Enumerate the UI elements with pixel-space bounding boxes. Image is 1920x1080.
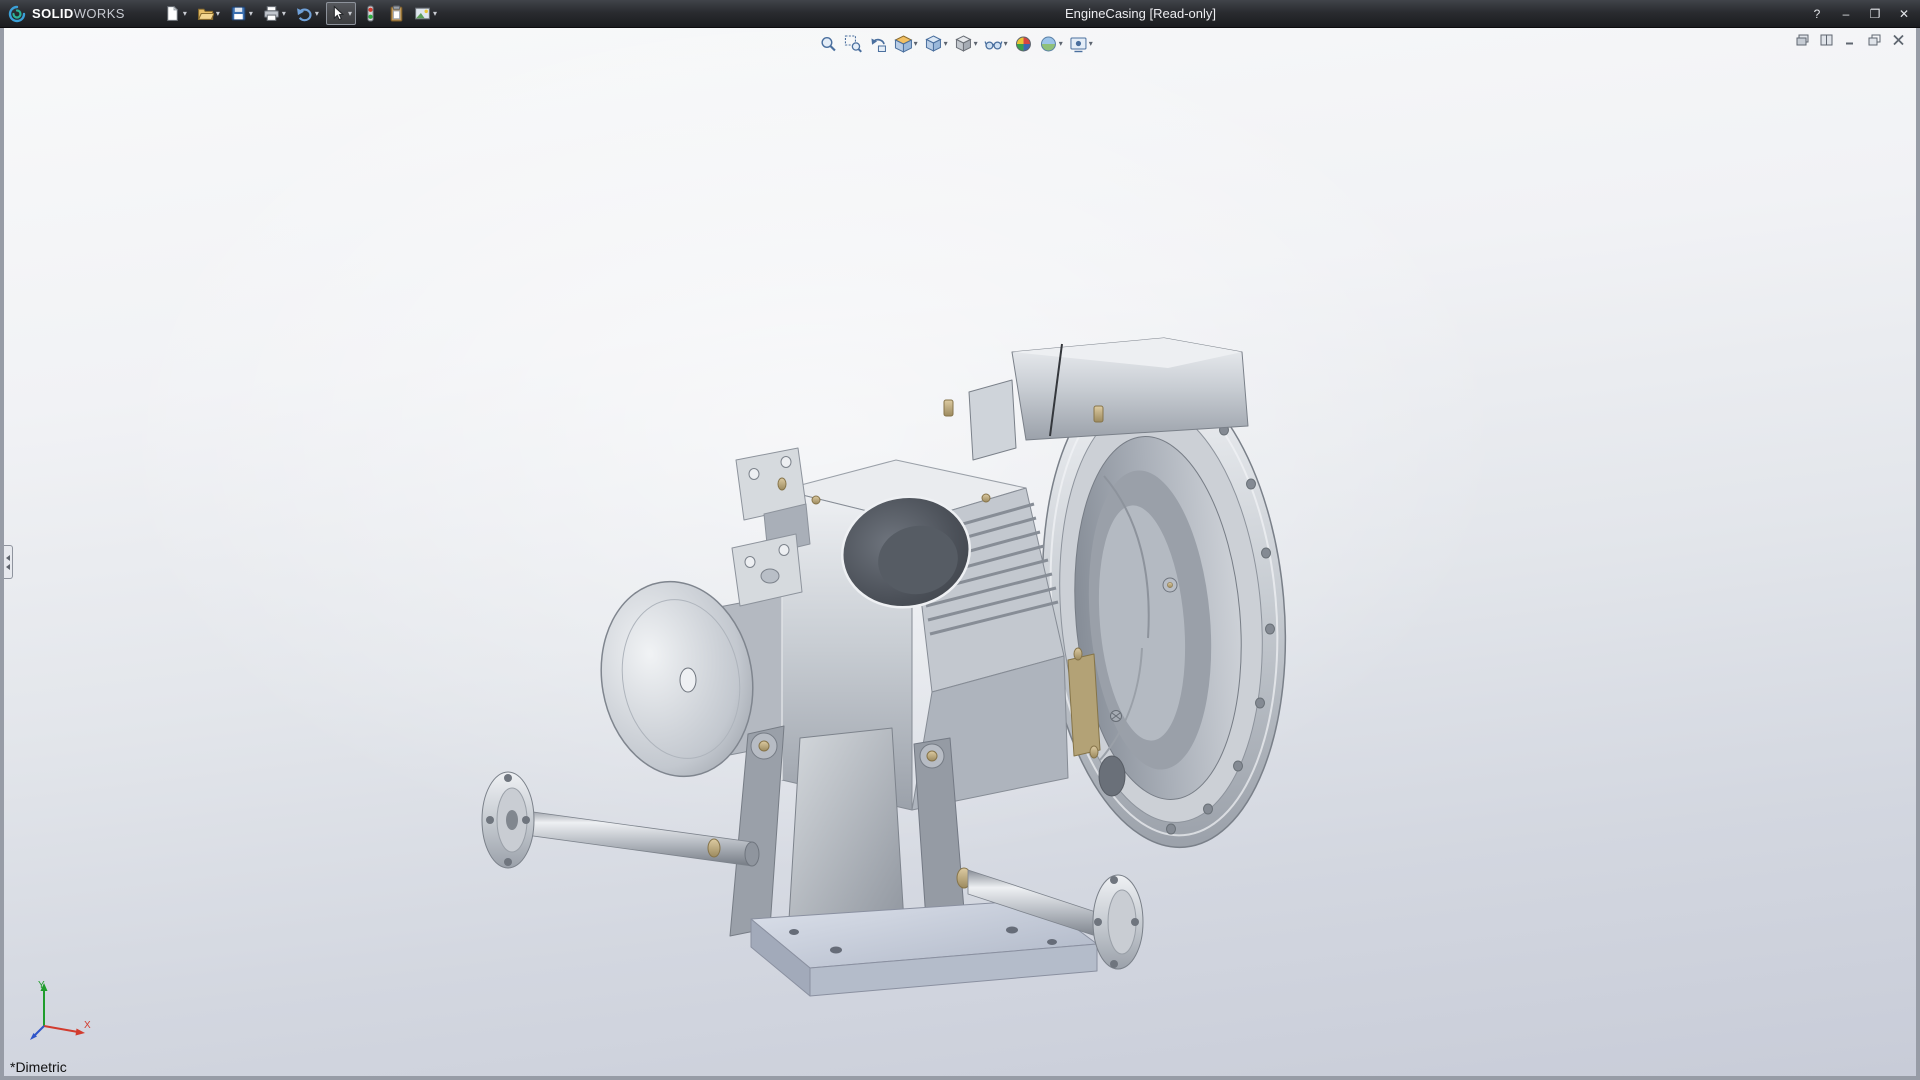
document-title: EngineCasing [Read-only] (1065, 6, 1216, 21)
titlebar[interactable]: SOLIDWORKS ▾ ▾ ▾ (0, 0, 1920, 28)
save-icon (230, 5, 247, 22)
engine-casing-model[interactable] (464, 308, 1464, 1028)
triad-x-label: X (84, 1020, 91, 1031)
triad-y-label: Y (38, 980, 45, 991)
chevron-down-icon[interactable]: ▾ (432, 10, 438, 18)
select-cursor-icon (329, 5, 346, 22)
help-button[interactable]: ? (1809, 8, 1825, 20)
display-style-button[interactable]: ▾ (954, 34, 979, 54)
flyout-arrow-icon (6, 555, 10, 561)
chevron-down-icon[interactable]: ▾ (1059, 40, 1063, 48)
brand-solid: SOLID (32, 6, 74, 21)
brand-text: SOLIDWORKS (32, 6, 125, 21)
brand-works: WORKS (74, 6, 125, 21)
maximize-button[interactable]: ❐ (1867, 8, 1883, 20)
main-toolbar: ▾ ▾ ▾ ▾ (161, 2, 441, 25)
close-document-button[interactable] (1891, 33, 1906, 47)
zoom-to-fit-icon (820, 35, 838, 53)
options-image-icon (414, 5, 431, 22)
apply-scene-button[interactable]: ▾ (1039, 34, 1064, 54)
undo-icon (296, 5, 313, 22)
print-icon (263, 5, 280, 22)
rebuild-button[interactable] (359, 2, 382, 25)
view-orientation-button[interactable]: ▾ (924, 34, 949, 54)
display-style-icon (955, 35, 973, 53)
chevron-down-icon[interactable]: ▾ (281, 10, 287, 18)
hide-show-items-button[interactable]: ▾ (984, 34, 1009, 54)
zoom-to-area-button[interactable] (844, 34, 864, 54)
close-document-icon (1892, 34, 1905, 46)
chevron-down-icon[interactable]: ▾ (944, 40, 948, 48)
orientation-triad: Y X (28, 978, 92, 1042)
undo-button[interactable]: ▾ (293, 2, 323, 25)
appearance-ball-icon (1015, 35, 1033, 53)
window-controls: ? – ❐ ✕ (1809, 0, 1912, 27)
view-settings-button[interactable]: ▾ (1069, 34, 1094, 54)
chevron-down-icon[interactable]: ▾ (248, 10, 254, 18)
zoom-to-area-icon (845, 35, 863, 53)
section-view-button[interactable]: ▾ (894, 34, 919, 54)
previous-view-icon (870, 35, 888, 53)
close-button[interactable]: ✕ (1896, 8, 1912, 20)
print-button[interactable]: ▾ (260, 2, 290, 25)
clipboard-icon (388, 5, 405, 22)
chevron-down-icon[interactable]: ▾ (974, 40, 978, 48)
options-button[interactable]: ▾ (411, 2, 441, 25)
scene-sphere-icon (1040, 35, 1058, 53)
part-front-shaft[interactable] (482, 772, 759, 868)
cascade-windows-icon (1796, 34, 1809, 46)
restore-document-icon (1868, 34, 1881, 46)
new-document-button[interactable]: ▾ (161, 2, 191, 25)
save-button[interactable]: ▾ (227, 2, 257, 25)
chevron-down-icon[interactable]: ▾ (182, 10, 188, 18)
part-intake-flange[interactable] (732, 448, 810, 606)
tile-windows-icon (1820, 34, 1833, 46)
view-settings-icon (1070, 35, 1088, 53)
rebuild-lights-icon (362, 5, 379, 22)
view-orientation-cube-icon (925, 35, 943, 53)
chevron-down-icon[interactable]: ▾ (1004, 40, 1008, 48)
graphics-viewport[interactable]: ▾ ▾ ▾ ▾ (0, 28, 1920, 1080)
part-mounting-bracket[interactable] (730, 726, 964, 936)
document-window-controls (1795, 33, 1906, 47)
view-orientation-label: *Dimetric (10, 1059, 67, 1075)
app-logo-area: SOLIDWORKS (0, 0, 135, 27)
edit-appearance-button[interactable] (1014, 34, 1034, 54)
chevron-down-icon[interactable]: ▾ (1089, 40, 1093, 48)
minimize-document-button[interactable] (1843, 33, 1858, 47)
3ds-logo-icon (8, 5, 26, 23)
glasses-icon (985, 35, 1003, 53)
chevron-down-icon[interactable]: ▾ (314, 10, 320, 18)
chevron-down-icon[interactable]: ▾ (215, 10, 221, 18)
section-view-icon (895, 35, 913, 53)
restore-document-button[interactable] (1867, 33, 1882, 47)
minimize-document-icon (1844, 34, 1857, 46)
open-document-button[interactable]: ▾ (194, 2, 224, 25)
flyout-arrow-icon (6, 564, 10, 570)
previous-view-button[interactable] (869, 34, 889, 54)
chevron-down-icon[interactable]: ▾ (914, 40, 918, 48)
clipboard-button[interactable] (385, 2, 408, 25)
zoom-to-fit-button[interactable] (819, 34, 839, 54)
select-tool-button[interactable]: ▾ (326, 2, 356, 25)
open-folder-icon (197, 5, 214, 22)
chevron-down-icon[interactable]: ▾ (347, 10, 353, 18)
featuremanager-flyout-tab[interactable] (4, 545, 13, 579)
tile-windows-button[interactable] (1819, 33, 1834, 47)
minimize-button[interactable]: – (1838, 8, 1854, 20)
cascade-windows-button[interactable] (1795, 33, 1810, 47)
new-document-icon (164, 5, 181, 22)
headsup-view-toolbar: ▾ ▾ ▾ ▾ (819, 34, 1094, 54)
